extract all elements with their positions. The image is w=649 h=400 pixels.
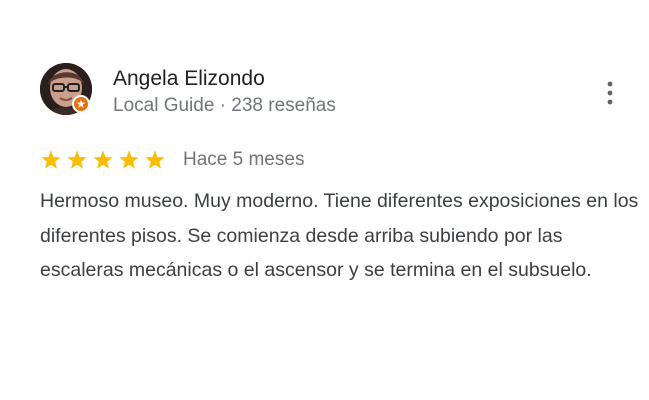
local-guide-star-icon	[72, 95, 90, 113]
review-text: Hermoso museo. Muy moderno. Tiene difere…	[40, 190, 639, 282]
reviewer-name[interactable]: Angela Elizondo	[113, 66, 265, 92]
review-date: Hace 5 meses	[183, 149, 305, 170]
star-icon	[41, 150, 61, 169]
reviewer-meta[interactable]: Local Guide · 238 reseñas	[113, 94, 336, 118]
star-rating	[39, 148, 167, 172]
review-card: Angela Elizondo Local Guide · 238 reseña…	[0, 0, 649, 400]
star-icon	[93, 150, 113, 169]
more-vert-icon[interactable]	[598, 80, 622, 106]
star-icon	[119, 150, 139, 169]
star-icon	[145, 150, 165, 169]
star-icon	[67, 150, 87, 169]
